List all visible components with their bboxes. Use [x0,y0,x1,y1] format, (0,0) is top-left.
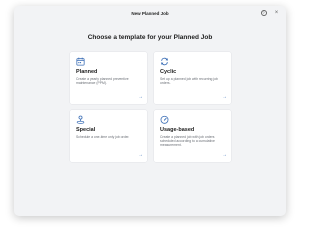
template-title: Cyclic [160,69,177,75]
calendar-icon [76,57,85,66]
template-description: Set up a planned job with recurring job … [160,76,218,85]
dialog-window: New Planned Job ? × Choose a template fo… [14,6,286,216]
template-title: Usage-based [160,127,195,133]
arrow-right-icon: → [222,94,227,100]
template-description: Create a planned job with job orders sch… [160,134,215,147]
template-grid: Planned Create a yearly planned preventi… [70,52,231,162]
template-card-special[interactable]: Special Schedule a one-time only job ord… [70,110,147,162]
gauge-icon [160,115,169,124]
template-card-usage-based[interactable]: Usage-based Create a planned job with jo… [154,110,231,162]
template-title: Special [76,127,96,133]
title-bar: New Planned Job ? × [14,6,286,20]
arrow-right-icon: → [222,152,227,158]
template-description: Create a yearly planned preventive maint… [76,76,129,85]
window-title: New Planned Job [131,10,169,16]
close-icon: × [274,9,279,16]
arrow-right-icon: → [138,94,143,100]
close-button[interactable]: × [273,9,280,16]
template-card-cyclic[interactable]: Cyclic Set up a planned job with recurri… [154,52,231,104]
template-card-planned[interactable]: Planned Create a yearly planned preventi… [70,52,147,104]
template-description: Schedule a one-time only job order. [76,134,130,139]
help-circle-icon: ? [260,9,267,16]
help-button[interactable]: ? [260,9,267,16]
arrow-right-icon: → [138,152,143,158]
cycle-arrows-icon [161,57,168,66]
template-title: Planned [76,69,98,75]
page-heading: Choose a template for your Planned Job [87,34,213,41]
title-bar-actions: ? × [260,9,280,16]
person-pin-icon [76,115,85,124]
